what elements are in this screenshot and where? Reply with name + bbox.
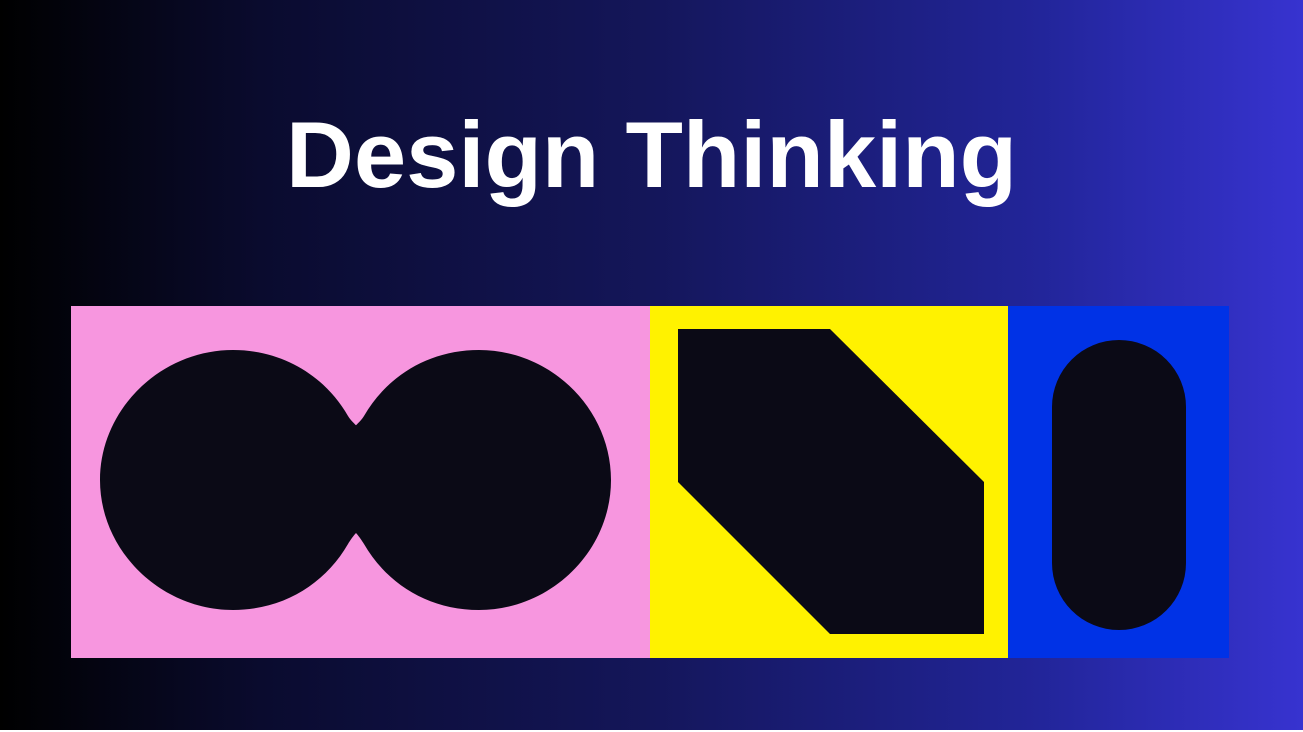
yellow-panel — [650, 306, 1008, 658]
cut-corner-graphic — [650, 306, 1008, 658]
pink-panel — [71, 306, 650, 658]
merged-circles-graphic — [71, 306, 650, 658]
pill-shape — [1052, 340, 1186, 630]
slide-title: Design Thinking — [285, 102, 1018, 207]
pill-graphic — [1008, 306, 1229, 658]
blue-panel — [1008, 306, 1229, 658]
